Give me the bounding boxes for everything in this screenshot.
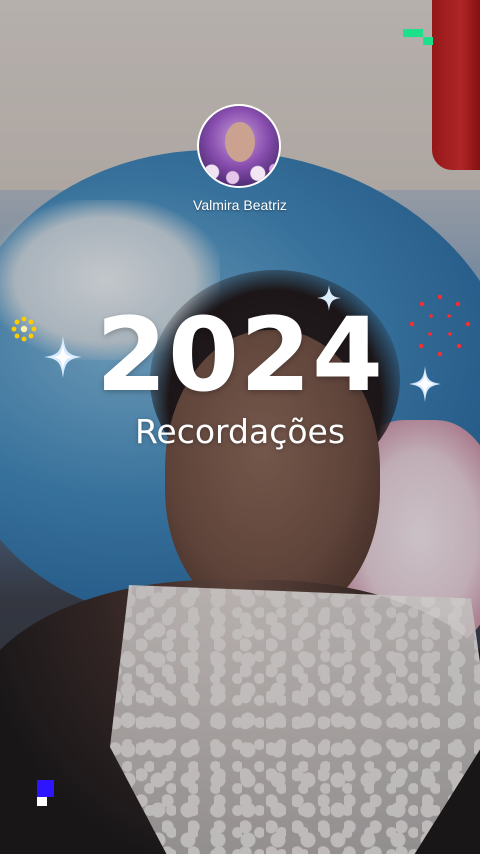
pixel-block-icon — [423, 37, 433, 45]
pixel-block-icon — [37, 780, 54, 797]
profile-name[interactable]: Valmira Beatriz — [0, 197, 480, 213]
pixel-block-icon — [37, 797, 47, 806]
memories-subtitle: Recordações — [134, 412, 346, 451]
avatar-face — [225, 122, 255, 162]
memories-story-screen: Valmira Beatriz 2024 Recordações — [0, 0, 480, 854]
pixel-block-icon — [403, 29, 417, 37]
pixel-block-icon — [417, 29, 423, 37]
memories-year: 2024 — [96, 296, 384, 415]
profile-avatar[interactable] — [197, 104, 281, 188]
avatar-flowers — [199, 158, 279, 186]
